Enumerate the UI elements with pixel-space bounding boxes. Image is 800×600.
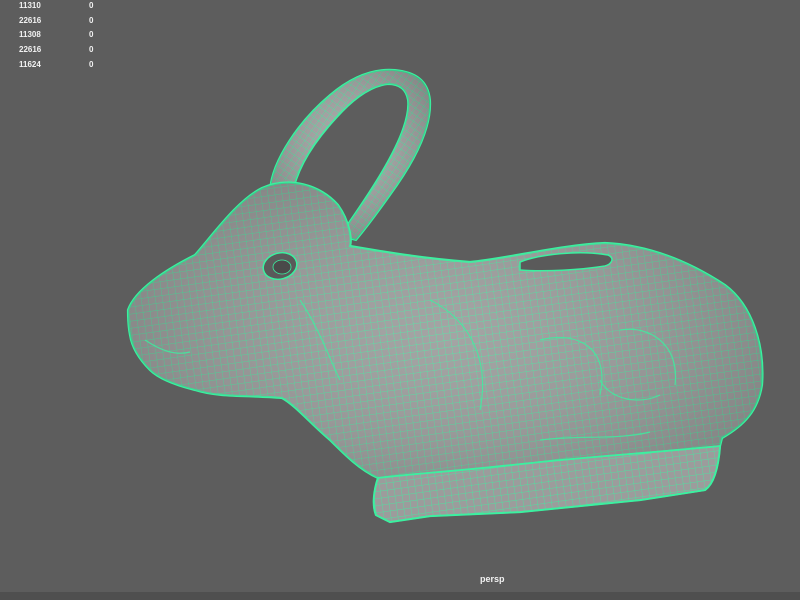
viewport-bottom-strip (0, 592, 800, 600)
camera-name-label: persp (480, 574, 505, 584)
rabbit-mesh[interactable] (0, 0, 800, 600)
viewport-persp[interactable]: 11310 0 22616 0 11308 0 22616 0 11624 0 (0, 0, 800, 600)
